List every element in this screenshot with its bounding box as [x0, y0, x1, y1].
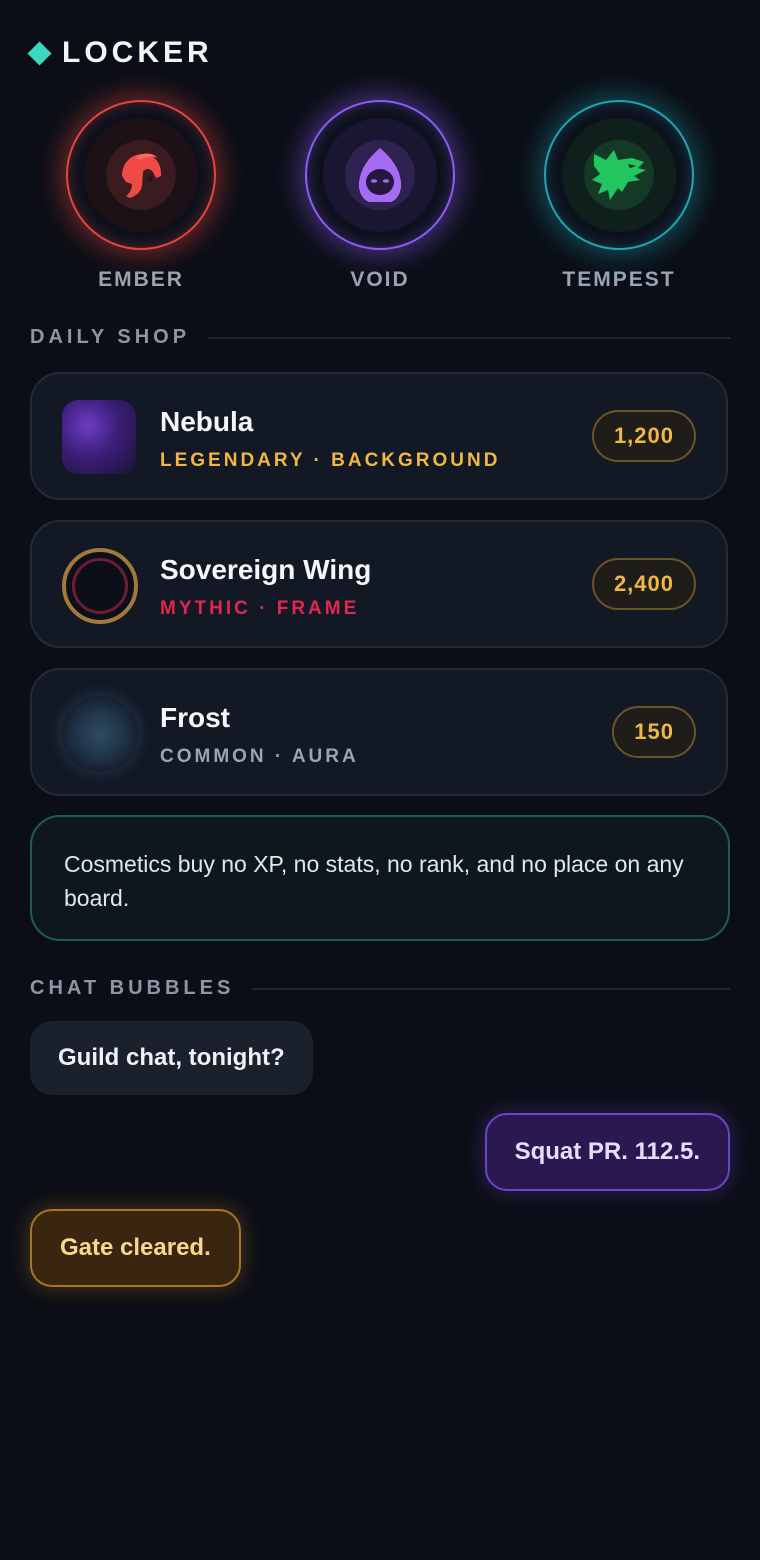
price-button[interactable]: 1,200	[591, 410, 696, 462]
section-label: DAILY SHOP	[30, 326, 191, 348]
nebula-background-thumbnail	[62, 400, 136, 474]
hooded-figure-icon	[345, 140, 415, 210]
item-meta: COMMON · AURA	[160, 746, 359, 767]
divider	[208, 336, 730, 339]
item-meta: MYTHIC · FRAME	[160, 598, 360, 619]
chat-bubble-gold[interactable]: Gate cleared.	[30, 1209, 241, 1287]
emblem-inner	[323, 118, 437, 232]
emblem-label: VOID	[350, 268, 410, 291]
divider	[252, 987, 730, 990]
price-button[interactable]: 2,400	[591, 558, 696, 610]
frame-inner-ring	[72, 558, 128, 614]
cosmetics-note: Cosmetics buy no XP, no stats, no rank, …	[30, 815, 730, 941]
emblem-inner	[562, 118, 676, 232]
item-meta: LEGENDARY · BACKGROUND	[160, 450, 501, 471]
page-header: LOCKER	[27, 36, 213, 70]
wolf-head-icon	[584, 140, 654, 210]
shop-item-nebula[interactable]: Nebula LEGENDARY · BACKGROUND 1,200	[30, 372, 728, 500]
item-name: Sovereign Wing	[160, 554, 372, 585]
item-name: Frost	[160, 702, 230, 733]
spartan-helmet-icon	[106, 140, 176, 210]
frost-aura-thumbnail	[62, 696, 138, 772]
emblem-inner	[84, 118, 198, 232]
price-button[interactable]: 150	[612, 706, 696, 758]
chat-bubble-void[interactable]: Squat PR. 112.5.	[484, 1113, 730, 1191]
chat-bubble-default[interactable]: Guild chat, tonight?	[30, 1021, 313, 1095]
daily-shop-header: DAILY SHOP	[30, 326, 730, 349]
emblem-label: TEMPEST	[562, 268, 676, 291]
shop-item-sovereign-wing[interactable]: Sovereign Wing MYTHIC · FRAME 2,400	[30, 520, 728, 648]
emblem-ring	[544, 100, 694, 250]
emblem-void[interactable]: VOID	[305, 100, 455, 292]
emblem-label: EMBER	[98, 268, 184, 291]
chat-bubbles-header: CHAT BUBBLES	[30, 977, 730, 1000]
emblem-ring	[66, 100, 216, 250]
frame-thumbnail	[62, 548, 138, 624]
page-title: LOCKER	[62, 36, 213, 69]
section-label: CHAT BUBBLES	[30, 977, 235, 999]
emblem-ring	[305, 100, 455, 250]
emblem-tempest[interactable]: TEMPEST	[544, 100, 694, 292]
shop-item-frost[interactable]: Frost COMMON · AURA 150	[30, 668, 728, 796]
diamond-icon	[27, 40, 52, 66]
emblem-ember[interactable]: EMBER	[66, 100, 216, 292]
item-name: Nebula	[160, 406, 254, 437]
locker-page: LOCKER EMBER VOID TEMPEST DAILY SHOP Neb…	[0, 0, 760, 1560]
emblem-row: EMBER VOID TEMPEST	[0, 100, 760, 300]
